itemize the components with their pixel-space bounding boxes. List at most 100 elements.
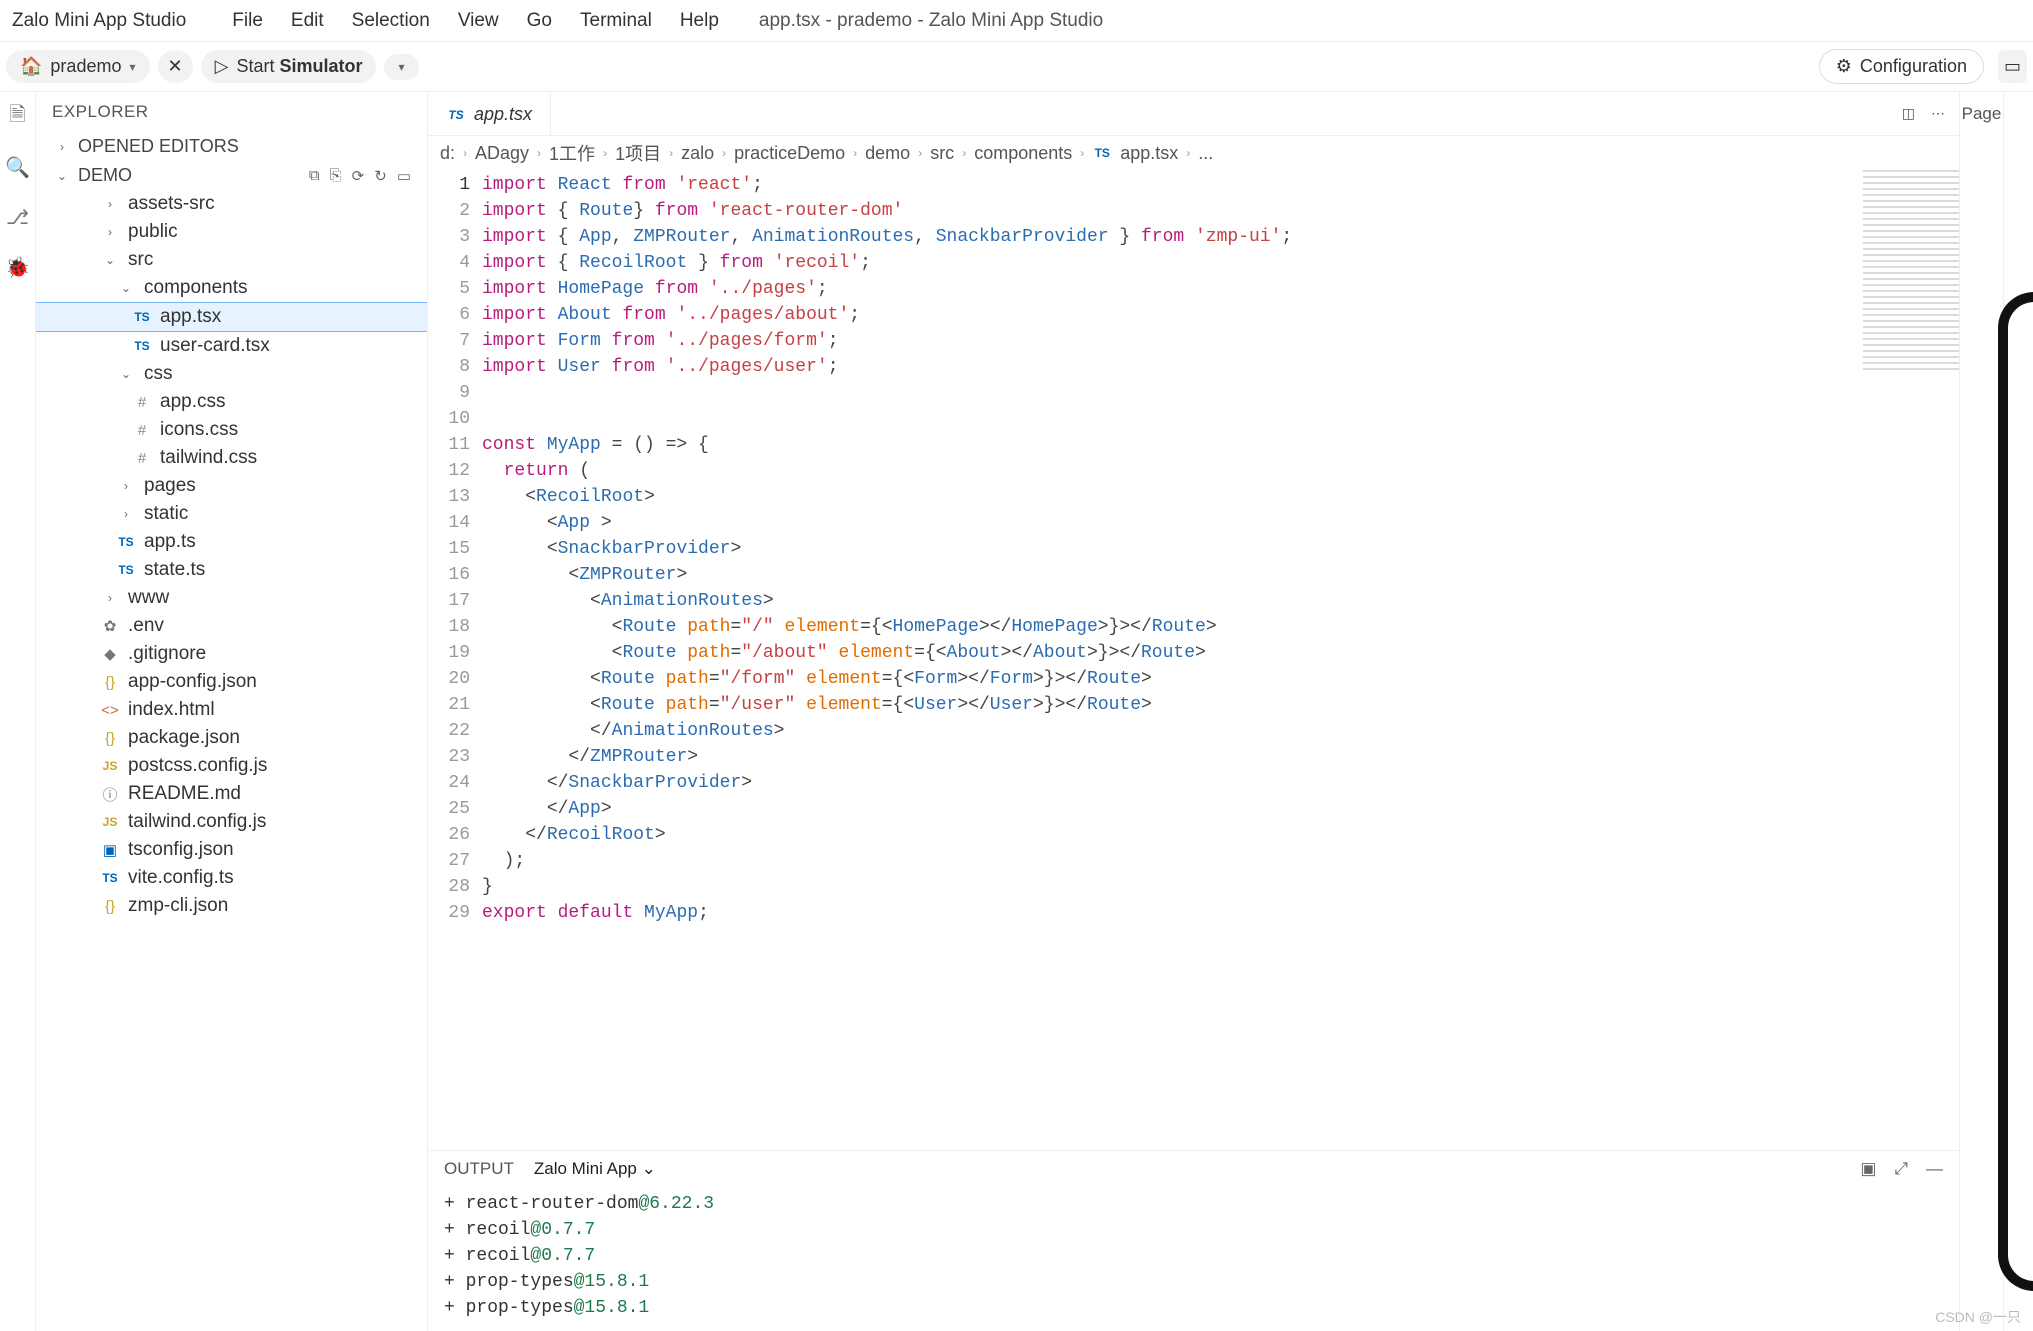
file-zmp-cli[interactable]: {}zmp-cli.json <box>36 892 427 920</box>
file-app-config[interactable]: {}app-config.json <box>36 668 427 696</box>
folder-css[interactable]: ⌄css <box>36 360 427 388</box>
code-content[interactable]: import React from 'react';import { Route… <box>482 170 1959 1150</box>
file-tsconfig[interactable]: ▣tsconfig.json <box>36 836 427 864</box>
chevron-down-icon: ▾ <box>398 60 404 74</box>
folder-components[interactable]: ⌄components <box>36 274 427 302</box>
simulator-preview <box>2003 92 2033 1331</box>
file-env[interactable]: ✿.env <box>36 612 427 640</box>
ts-icon: TS <box>446 108 466 122</box>
file-gitignore[interactable]: ◆.gitignore <box>36 640 427 668</box>
root-folder-header[interactable]: ⌄ DEMO ⧉ ⎘ ⟳ ↻ ▭ <box>36 161 427 190</box>
extra-panel-button[interactable]: ▭ <box>1998 50 2027 83</box>
simulator-options[interactable]: ▾ <box>384 54 418 80</box>
file-app-tsx[interactable]: TSapp.tsx <box>36 302 427 332</box>
file-index-html[interactable]: <>index.html <box>36 696 427 724</box>
file-app-css[interactable]: #app.css <box>36 388 427 416</box>
opened-editors-label: OPENED EDITORS <box>78 136 239 157</box>
bc-item[interactable]: 1项目 <box>615 140 661 166</box>
folder-assets-src[interactable]: ›assets-src <box>36 190 427 218</box>
source-control-icon[interactable]: ⎇ <box>7 206 29 228</box>
close-project-button[interactable]: ✕ <box>158 50 193 83</box>
menu-edit[interactable]: Edit <box>291 10 324 32</box>
chevron-right-icon: › <box>52 140 72 154</box>
split-editor-icon[interactable]: ◫ <box>1902 105 1915 122</box>
explorer-icon[interactable]: 🗎 <box>7 106 29 128</box>
play-icon: ▷ <box>215 56 229 77</box>
folder-src[interactable]: ⌄src <box>36 246 427 274</box>
bc-item[interactable]: 1工作 <box>549 140 595 166</box>
tab-app-tsx[interactable]: TS app.tsx <box>428 92 551 135</box>
minimap[interactable] <box>1863 170 1959 370</box>
refresh2-icon[interactable]: ↻ <box>374 167 387 185</box>
chevron-down-icon: ▾ <box>129 60 135 74</box>
close-icon: ✕ <box>168 56 183 77</box>
bc-item[interactable]: practiceDemo <box>734 143 845 164</box>
folder-static[interactable]: ›static <box>36 500 427 528</box>
project-selector[interactable]: 🏠 prademo ▾ <box>6 50 150 83</box>
debug-icon[interactable]: 🐞 <box>7 256 29 278</box>
refresh-icon[interactable]: ⟳ <box>352 167 365 185</box>
explorer-title: EXPLORER <box>36 92 427 132</box>
output-tab[interactable]: OUTPUT <box>444 1159 514 1179</box>
right-sidebar: Page <box>1959 92 2003 1331</box>
activity-bar: 🗎 🔍 ⎇ 🐞 <box>0 92 36 1331</box>
file-tailwind-css[interactable]: #tailwind.css <box>36 444 427 472</box>
collapse-icon[interactable]: ▭ <box>397 167 411 185</box>
breadcrumbs[interactable]: d:› ADagy› 1工作› 1项目› zalo› practiceDemo›… <box>428 136 1959 170</box>
new-file-icon[interactable]: ⧉ <box>309 167 320 185</box>
file-readme[interactable]: ⓘREADME.md <box>36 780 427 808</box>
page-tab[interactable]: Page <box>1962 104 2002 124</box>
project-name: prademo <box>50 56 121 77</box>
menu-terminal[interactable]: Terminal <box>580 10 652 32</box>
minimize-icon[interactable]: — <box>1926 1159 1943 1179</box>
expand-icon[interactable]: ⤢ <box>1894 1159 1908 1179</box>
search-icon[interactable]: 🔍 <box>7 156 29 178</box>
bc-item: ... <box>1198 143 1213 164</box>
file-user-card-tsx[interactable]: TSuser-card.tsx <box>36 332 427 360</box>
window-title: app.tsx - prademo - Zalo Mini App Studio <box>759 10 1103 32</box>
bc-item[interactable]: src <box>930 143 954 164</box>
output-selector[interactable]: Zalo Mini App ⌄ <box>534 1159 656 1179</box>
editor-tabs: TS app.tsx ◫ ⋯ <box>428 92 1959 136</box>
file-icons-css[interactable]: #icons.css <box>36 416 427 444</box>
menu-view[interactable]: View <box>458 10 499 32</box>
file-postcss[interactable]: JSpostcss.config.js <box>36 752 427 780</box>
gear-icon: ⚙ <box>1836 56 1852 77</box>
configuration-button[interactable]: ⚙ Configuration <box>1819 49 1984 84</box>
folder-pages[interactable]: ›pages <box>36 472 427 500</box>
menu-file[interactable]: File <box>232 10 263 32</box>
explorer-panel: EXPLORER › OPENED EDITORS ⌄ DEMO ⧉ ⎘ ⟳ ↻… <box>36 92 428 1331</box>
code-editor[interactable]: 1234567891011121314151617181920212223242… <box>428 170 1959 1150</box>
opened-editors-section[interactable]: › OPENED EDITORS <box>36 132 427 161</box>
more-icon[interactable]: ⋯ <box>1931 105 1945 122</box>
start-simulator-button[interactable]: ▷ Start Simulator <box>201 50 377 83</box>
start-sim-label: Start Simulator <box>236 56 362 77</box>
file-tailwind-cfg[interactable]: JStailwind.config.js <box>36 808 427 836</box>
explorer-toolbar: ⧉ ⎘ ⟳ ↻ ▭ <box>309 167 411 185</box>
bc-item[interactable]: demo <box>865 143 910 164</box>
home-icon: 🏠 <box>20 56 42 77</box>
output-content[interactable]: + react-router-dom@6.22.3+ recoil@0.7.7+… <box>428 1187 1959 1331</box>
file-app-ts[interactable]: TSapp.ts <box>36 528 427 556</box>
menu-help[interactable]: Help <box>680 10 719 32</box>
root-folder-label: DEMO <box>78 165 132 186</box>
bc-item[interactable]: app.tsx <box>1120 143 1178 164</box>
file-package-json[interactable]: {}package.json <box>36 724 427 752</box>
file-vite[interactable]: TSvite.config.ts <box>36 864 427 892</box>
menu-go[interactable]: Go <box>527 10 552 32</box>
bc-item[interactable]: components <box>974 143 1072 164</box>
toolbar: 🏠 prademo ▾ ✕ ▷ Start Simulator ▾ ⚙ Conf… <box>0 42 2033 92</box>
file-tree: ›assets-src ›public ⌄src ⌄components TSa… <box>36 190 427 1331</box>
bc-item[interactable]: d: <box>440 143 455 164</box>
watermark: CSDN @一只 <box>1935 1307 2021 1327</box>
new-folder-icon[interactable]: ⎘ <box>330 167 342 185</box>
folder-public[interactable]: ›public <box>36 218 427 246</box>
chevron-down-icon: ⌄ <box>642 1159 656 1178</box>
menu-selection[interactable]: Selection <box>352 10 430 32</box>
folder-www[interactable]: ›www <box>36 584 427 612</box>
bc-item[interactable]: ADagy <box>475 143 529 164</box>
output-panel: OUTPUT Zalo Mini App ⌄ ▣ ⤢ — + react-rou… <box>428 1150 1959 1331</box>
bc-item[interactable]: zalo <box>681 143 714 164</box>
lock-icon[interactable]: ▣ <box>1860 1159 1876 1179</box>
file-state-ts[interactable]: TSstate.ts <box>36 556 427 584</box>
